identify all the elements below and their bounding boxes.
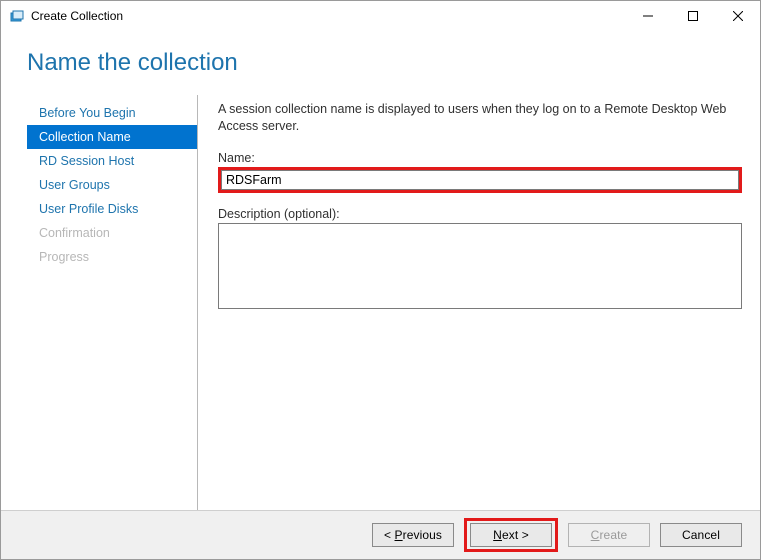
step-confirmation: Confirmation: [27, 221, 197, 245]
maximize-button[interactable]: [670, 1, 715, 31]
step-rd-session-host[interactable]: RD Session Host: [27, 149, 197, 173]
close-button[interactable]: [715, 1, 760, 31]
steps-sidebar: Before You Begin Collection Name RD Sess…: [27, 95, 198, 510]
step-collection-name[interactable]: Collection Name: [27, 125, 197, 149]
next-button[interactable]: Next >: [470, 523, 552, 547]
window-title: Create Collection: [31, 9, 123, 23]
intro-text: A session collection name is displayed t…: [218, 101, 738, 135]
wizard-window: Create Collection Name the collection Be…: [0, 0, 761, 560]
titlebar: Create Collection: [1, 1, 760, 31]
collection-name-input[interactable]: [221, 170, 739, 190]
content-pane: A session collection name is displayed t…: [198, 95, 742, 510]
cancel-button[interactable]: Cancel: [660, 523, 742, 547]
app-icon: [9, 8, 25, 24]
collection-description-input[interactable]: [218, 223, 742, 309]
next-highlight: Next >: [464, 518, 558, 552]
step-before-you-begin[interactable]: Before You Begin: [27, 101, 197, 125]
minimize-button[interactable]: [625, 1, 670, 31]
create-button: Create: [568, 523, 650, 547]
step-progress: Progress: [27, 245, 197, 269]
previous-button[interactable]: < Previous: [372, 523, 454, 547]
wizard-body: Before You Begin Collection Name RD Sess…: [1, 95, 760, 510]
name-highlight: [218, 167, 742, 193]
page-heading-area: Name the collection: [1, 31, 760, 95]
page-title: Name the collection: [27, 49, 760, 77]
step-user-groups[interactable]: User Groups: [27, 173, 197, 197]
description-label: Description (optional):: [218, 207, 742, 221]
step-user-profile-disks[interactable]: User Profile Disks: [27, 197, 197, 221]
name-label: Name:: [218, 151, 742, 165]
wizard-footer: < Previous Next > Create Cancel: [1, 511, 760, 559]
